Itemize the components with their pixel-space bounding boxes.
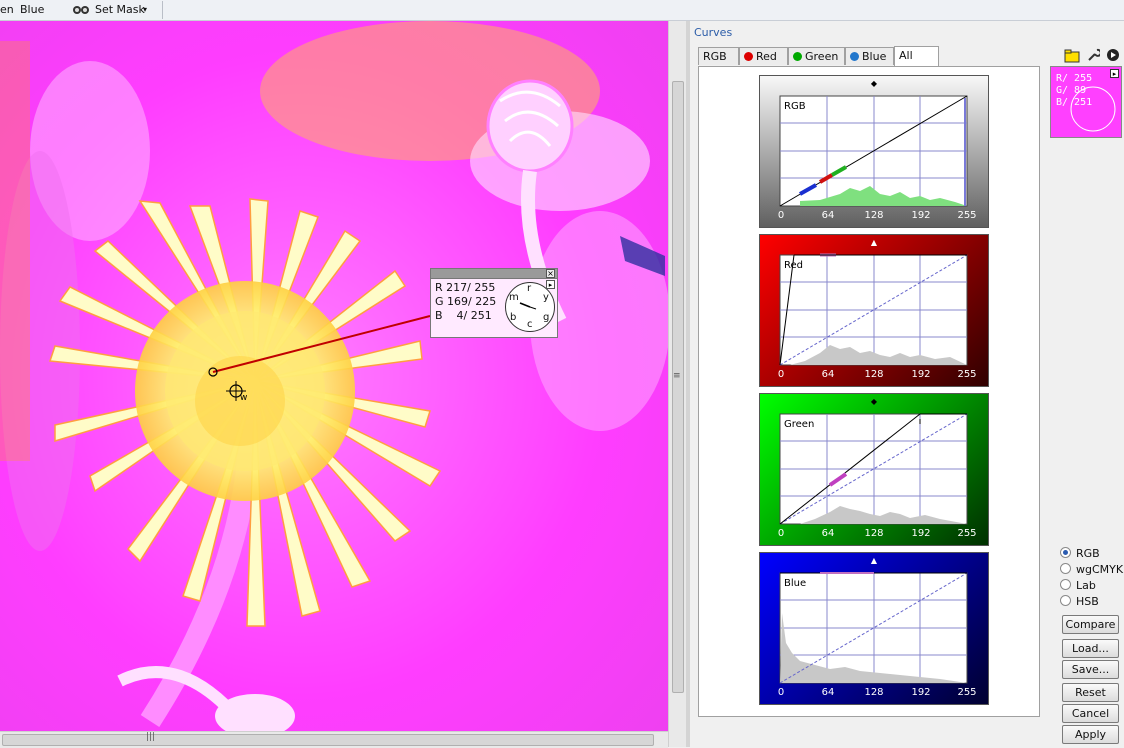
tick-label: 0 xyxy=(777,528,785,539)
color-readout-popup[interactable]: × R 217/ 255 G 169/ 225 B 4/ 251 r y g c… xyxy=(430,268,558,338)
tab-blue[interactable]: Blue xyxy=(845,47,894,65)
tab-red[interactable]: Red xyxy=(739,47,788,65)
curve-label: Green xyxy=(784,419,815,430)
readout-menu-icon[interactable]: ▸ xyxy=(546,280,555,289)
mask-icon[interactable] xyxy=(72,4,90,19)
tick-label: 255 xyxy=(957,687,977,698)
mode-lab[interactable]: Lab xyxy=(1060,578,1096,594)
tick-label: 255 xyxy=(957,210,977,221)
curves-panel: Curves RGB Red Green Blue All ◆ RGB 0 64… xyxy=(690,21,1124,747)
curve-rgb[interactable]: ◆ RGB 0 64 128 192 255 xyxy=(759,75,989,228)
tick-label: 192 xyxy=(911,528,931,539)
readout-g: G 169/ 225 xyxy=(435,295,497,308)
tick-label: 64 xyxy=(821,687,835,698)
svg-text:▲: ▲ xyxy=(871,556,878,565)
grip-icon: ||| xyxy=(146,732,156,742)
mode-label: RGB xyxy=(1076,547,1100,560)
green-dot-icon xyxy=(793,52,802,61)
cancel-button[interactable]: Cancel xyxy=(1062,704,1119,723)
vertical-scrollbar[interactable]: ≡ xyxy=(668,21,686,747)
curve-red[interactable]: ▲ Red 0 64 128 192 255 xyxy=(759,234,989,387)
tick-label: 128 xyxy=(864,369,884,380)
tick-label: 64 xyxy=(821,528,835,539)
load-button[interactable]: Load... xyxy=(1062,639,1119,658)
toolbar-separator xyxy=(162,1,163,19)
mode-label: Lab xyxy=(1076,579,1096,592)
toolbar: en Blue Set Mask ▾ xyxy=(0,0,1124,21)
tab-label: RGB xyxy=(703,50,727,63)
tab-rgb[interactable]: RGB xyxy=(698,47,739,65)
horizontal-scroll-thumb[interactable] xyxy=(2,734,654,746)
mode-wgcmyk[interactable]: wgCMYK xyxy=(1060,562,1123,578)
curve-label: Blue xyxy=(784,578,807,589)
radio-icon xyxy=(1060,595,1071,606)
blue-dot-icon xyxy=(850,52,859,61)
tick-label: 0 xyxy=(777,369,785,380)
tick-label: 192 xyxy=(911,369,931,380)
image-canvas[interactable]: w xyxy=(0,21,668,731)
curve-label: RGB xyxy=(784,101,806,112)
wrench-icon[interactable] xyxy=(1086,48,1102,65)
hue-dial: r y g c b m xyxy=(505,282,555,332)
horizontal-scrollbar[interactable]: ||| xyxy=(0,731,668,748)
tick-label: 0 xyxy=(777,687,785,698)
tick-label: 128 xyxy=(864,210,884,221)
curves-area: ◆ RGB 0 64 128 192 255 ▲ Red 0 64 128 19… xyxy=(698,66,1040,717)
readout-titlebar[interactable] xyxy=(431,269,557,279)
svg-text:◆: ◆ xyxy=(871,79,878,88)
tab-label: All xyxy=(899,49,913,62)
channel-left-label[interactable]: en xyxy=(0,2,14,18)
curve-label: Red xyxy=(784,260,803,271)
radio-icon xyxy=(1060,547,1071,558)
grip-icon: ≡ xyxy=(673,371,681,381)
tick-label: 64 xyxy=(821,369,835,380)
apply-button[interactable]: Apply xyxy=(1062,725,1119,744)
set-mask-button[interactable]: Set Mask xyxy=(95,2,145,18)
close-icon[interactable]: × xyxy=(546,269,555,278)
readout-r: R 217/ 255 xyxy=(435,281,496,294)
svg-text:▲: ▲ xyxy=(871,238,878,247)
radio-icon xyxy=(1060,563,1071,574)
tab-green[interactable]: Green xyxy=(788,47,845,65)
reset-button[interactable]: Reset xyxy=(1062,683,1119,702)
flower-image xyxy=(0,21,668,731)
vertical-scroll-thumb[interactable] xyxy=(672,81,684,693)
tick-label: 64 xyxy=(821,210,835,221)
panel-title: Curves xyxy=(694,26,733,39)
color-swatch[interactable]: R/ 255 G/ 89 B/ 251 ▸ xyxy=(1050,66,1122,138)
red-dot-icon xyxy=(744,52,753,61)
tab-label: Blue xyxy=(862,50,887,63)
svg-text:◆: ◆ xyxy=(871,397,878,406)
compare-button[interactable]: Compare xyxy=(1062,615,1119,634)
mode-hsb[interactable]: HSB xyxy=(1060,594,1099,610)
mode-label: HSB xyxy=(1076,595,1099,608)
radio-icon xyxy=(1060,579,1071,590)
mode-label: wgCMYK xyxy=(1076,563,1124,576)
play-menu-icon[interactable] xyxy=(1106,48,1120,65)
tab-all[interactable]: All xyxy=(894,46,939,66)
tick-label: 255 xyxy=(957,528,977,539)
tick-label: 255 xyxy=(957,369,977,380)
readout-b: B 4/ 251 xyxy=(435,309,492,322)
tick-label: 128 xyxy=(864,687,884,698)
tab-label: Green xyxy=(805,50,839,63)
mode-rgb[interactable]: RGB xyxy=(1060,546,1100,562)
set-mask-dropdown-icon[interactable]: ▾ xyxy=(143,2,147,18)
folder-icon[interactable] xyxy=(1064,49,1080,66)
channel-blue-label[interactable]: Blue xyxy=(20,2,44,18)
curve-blue[interactable]: ▲ Blue 0 64 128 192 255 xyxy=(759,552,989,705)
tick-label: 128 xyxy=(864,528,884,539)
tick-label: 192 xyxy=(911,687,931,698)
swatch-menu-icon[interactable]: ▸ xyxy=(1110,69,1119,78)
tick-label: 0 xyxy=(777,210,785,221)
cursor-label: w xyxy=(240,393,248,403)
save-button[interactable]: Save... xyxy=(1062,660,1119,679)
tick-label: 192 xyxy=(911,210,931,221)
curve-green[interactable]: ◆ Green 0 64 128 192 255 xyxy=(759,393,989,546)
tab-label: Red xyxy=(756,50,777,63)
